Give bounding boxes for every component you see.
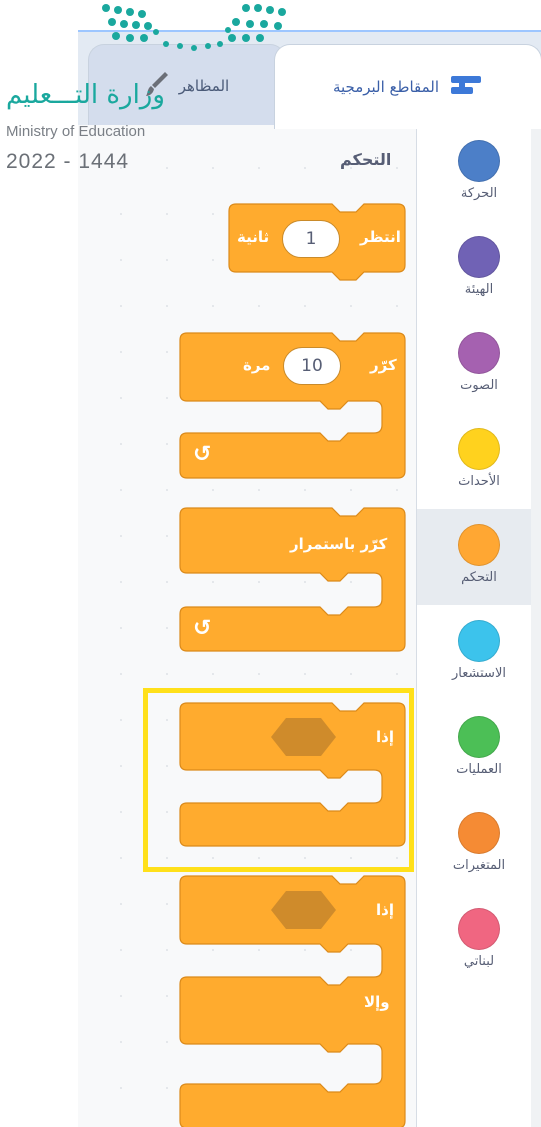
category-sensing[interactable]: الاستشعار xyxy=(417,605,541,701)
category-menu: الحركة الهيئة الصوت الأحداث التحكم الاست… xyxy=(417,125,541,1127)
category-events-label: الأحداث xyxy=(458,474,500,489)
category-sensing-dot xyxy=(458,620,500,662)
category-sound-dot xyxy=(458,332,500,374)
logo-year-text: 2022 - 1444 xyxy=(6,150,130,173)
category-variables-dot xyxy=(458,812,500,854)
category-scrollbar[interactable] xyxy=(531,125,541,1127)
category-motion-label: الحركة xyxy=(460,186,498,201)
category-events-dot xyxy=(458,428,500,470)
forever-block[interactable] xyxy=(180,508,405,651)
tab-code-label: المقاطع البرمجية xyxy=(332,78,440,96)
category-looks-dot xyxy=(458,236,500,278)
logo-dots-icon xyxy=(102,4,286,51)
code-blocks-icon xyxy=(449,73,483,101)
category-variables[interactable]: المتغيرات xyxy=(417,797,541,893)
category-motion[interactable]: الحركة xyxy=(417,125,541,221)
category-my-blocks-label: لبناتي xyxy=(463,954,495,969)
category-sensing-label: الاستشعار xyxy=(452,666,506,681)
wait-block[interactable] xyxy=(229,204,405,272)
tab-code[interactable]: المقاطع البرمجية xyxy=(274,44,541,129)
category-control-label: التحكم xyxy=(461,570,497,585)
category-looks[interactable]: الهيئة xyxy=(417,221,541,317)
highlight-box xyxy=(143,688,414,872)
logo-arabic-text: وزارة التـــعليم xyxy=(6,80,165,110)
category-control[interactable]: التحكم xyxy=(417,509,541,605)
category-events[interactable]: الأحداث xyxy=(417,413,541,509)
category-looks-label: الهيئة xyxy=(464,282,494,297)
category-sound[interactable]: الصوت xyxy=(417,317,541,413)
category-motion-dot xyxy=(458,140,500,182)
category-control-dot xyxy=(458,524,500,566)
category-operators-dot xyxy=(458,716,500,758)
if-else-block[interactable] xyxy=(180,876,405,1127)
category-my-blocks-dot xyxy=(458,908,500,950)
ministry-logo: وزارة التـــعليم Ministry of Education 2… xyxy=(0,0,300,185)
logo-english-text: Ministry of Education xyxy=(6,123,146,140)
category-sound-label: الصوت xyxy=(460,378,498,393)
category-operators[interactable]: العمليات xyxy=(417,701,541,797)
repeat-block[interactable] xyxy=(180,333,405,478)
category-my-blocks[interactable]: لبناتي xyxy=(417,893,541,989)
category-operators-label: العمليات xyxy=(456,762,502,777)
section-title-control: التحكم xyxy=(340,150,392,169)
category-variables-label: المتغيرات xyxy=(452,858,506,873)
